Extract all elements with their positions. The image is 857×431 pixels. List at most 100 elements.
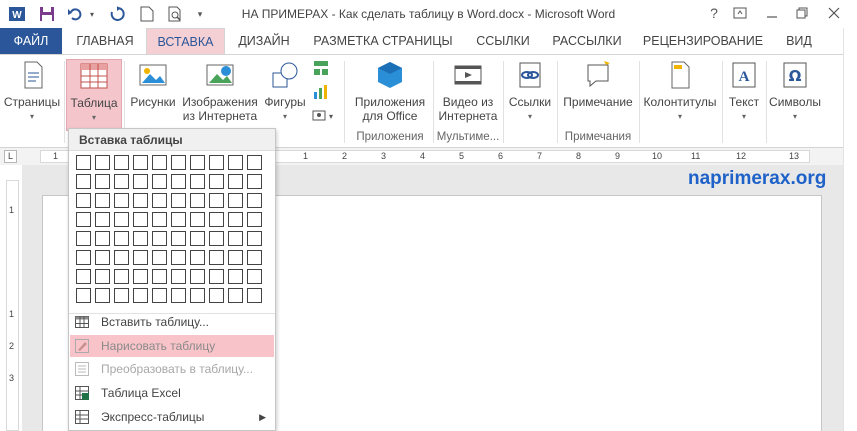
grid-cell[interactable] [114,193,129,208]
minimize-icon[interactable] [760,2,784,24]
grid-cell[interactable] [76,250,91,265]
grid-cell[interactable] [133,155,148,170]
grid-cell[interactable] [247,231,262,246]
grid-cell[interactable] [190,212,205,227]
symbols-button[interactable]: Ω Символы ▾ [766,59,824,124]
vertical-scrollbar[interactable] [843,28,857,431]
grid-cell[interactable] [228,269,243,284]
grid-cell[interactable] [171,174,186,189]
grid-cell[interactable] [133,193,148,208]
grid-cell[interactable] [152,250,167,265]
print-preview-icon[interactable] [164,4,186,24]
grid-cell[interactable] [228,250,243,265]
grid-cell[interactable] [114,269,129,284]
grid-cell[interactable] [133,174,148,189]
grid-cell[interactable] [133,250,148,265]
grid-cell[interactable] [114,155,129,170]
table-button[interactable]: Таблица ▾ [66,59,122,131]
grid-cell[interactable] [133,212,148,227]
header-footer-button[interactable]: Колонтитулы ▾ [640,59,720,124]
grid-cell[interactable] [95,174,110,189]
vertical-ruler[interactable]: 1 1 2 3 [6,180,19,431]
chart-icon[interactable] [312,83,334,105]
grid-cell[interactable] [209,174,224,189]
grid-cell[interactable] [228,231,243,246]
grid-cell[interactable] [152,174,167,189]
grid-cell[interactable] [95,193,110,208]
grid-cell[interactable] [228,193,243,208]
text-button[interactable]: A Текст ▾ [724,59,764,124]
tab-selector[interactable]: L [4,150,17,163]
grid-cell[interactable] [95,155,110,170]
grid-cell[interactable] [190,288,205,303]
grid-cell[interactable] [76,231,91,246]
grid-cell[interactable] [133,269,148,284]
tab-mailings[interactable]: РАССЫЛКИ [544,28,630,54]
online-pictures-button[interactable]: Изображения из Интернета [180,59,260,123]
grid-cell[interactable] [152,269,167,284]
grid-cell[interactable] [152,288,167,303]
grid-cell[interactable] [247,288,262,303]
new-document-icon[interactable] [136,4,158,24]
grid-cell[interactable] [76,174,91,189]
grid-cell[interactable] [95,231,110,246]
grid-cell[interactable] [228,212,243,227]
undo-icon[interactable] [64,4,86,24]
grid-cell[interactable] [114,250,129,265]
grid-cell[interactable] [133,288,148,303]
grid-cell[interactable] [247,212,262,227]
grid-cell[interactable] [95,250,110,265]
restore-icon[interactable] [790,2,814,24]
grid-cell[interactable] [190,250,205,265]
tab-review[interactable]: РЕЦЕНЗИРОВАНИЕ [636,28,770,54]
grid-cell[interactable] [228,174,243,189]
pictures-button[interactable]: Рисунки [126,59,180,109]
tab-design[interactable]: ДИЗАЙН [230,28,298,54]
save-icon[interactable] [36,4,58,24]
grid-cell[interactable] [190,269,205,284]
redo-icon[interactable] [106,4,128,24]
grid-cell[interactable] [247,155,262,170]
convert-to-table-item[interactable]: Преобразовать в таблицу... [70,358,274,380]
grid-cell[interactable] [247,250,262,265]
grid-cell[interactable] [190,174,205,189]
pages-button[interactable]: Страницы ▾ [2,59,62,124]
ribbon-display-options-icon[interactable] [728,2,752,24]
shapes-button[interactable]: Фигуры ▾ [260,59,310,124]
help-button[interactable]: ? [702,2,726,24]
grid-cell[interactable] [133,231,148,246]
apps-for-office-button[interactable]: Приложения для Office [350,59,430,123]
tab-insert[interactable]: ВСТАВКА [146,28,225,54]
grid-cell[interactable] [76,155,91,170]
grid-cell[interactable] [114,288,129,303]
tab-references[interactable]: ССЫЛКИ [466,28,540,54]
grid-cell[interactable] [152,212,167,227]
grid-cell[interactable] [171,193,186,208]
grid-cell[interactable] [171,269,186,284]
online-video-button[interactable]: Видео из Интернета [436,59,500,123]
grid-cell[interactable] [76,212,91,227]
grid-cell[interactable] [190,155,205,170]
grid-cell[interactable] [228,155,243,170]
grid-cell[interactable] [247,174,262,189]
comment-button[interactable]: Примечание [560,59,636,109]
close-icon[interactable] [822,2,846,24]
grid-cell[interactable] [209,269,224,284]
grid-cell[interactable] [171,250,186,265]
undo-dropdown-icon[interactable]: ▾ [86,4,98,24]
grid-cell[interactable] [190,193,205,208]
grid-cell[interactable] [209,231,224,246]
grid-cell[interactable] [95,269,110,284]
links-button[interactable]: Ссылки ▾ [506,59,554,124]
grid-cell[interactable] [95,288,110,303]
tab-view[interactable]: ВИД [776,28,822,54]
grid-cell[interactable] [76,269,91,284]
excel-table-item[interactable]: Таблица Excel [70,382,274,404]
tab-page-layout[interactable]: РАЗМЕТКА СТРАНИЦЫ [304,28,462,54]
grid-cell[interactable] [209,193,224,208]
word-logo-icon[interactable]: W [6,4,28,24]
grid-cell[interactable] [209,212,224,227]
grid-cell[interactable] [209,288,224,303]
grid-cell[interactable] [228,288,243,303]
grid-cell[interactable] [152,155,167,170]
